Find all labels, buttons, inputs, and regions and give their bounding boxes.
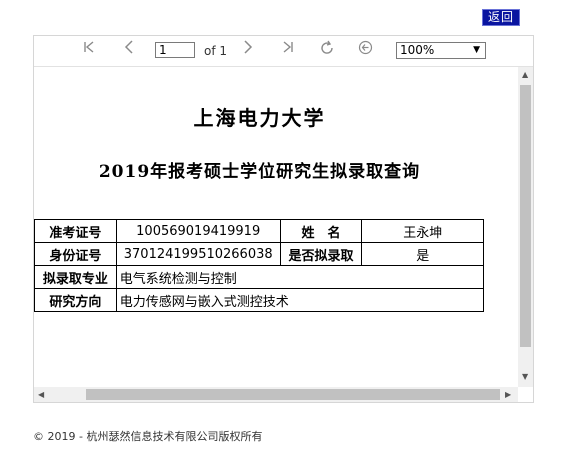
vertical-scrollbar[interactable]: ▲ ▼ [518,67,533,387]
back-circle-icon[interactable] [358,40,373,59]
table-row: 拟录取专业 电气系统检测与控制 [34,265,485,289]
page-title: 上海电力大学 [193,106,326,130]
vertical-scroll-thumb[interactable] [520,85,531,347]
page-count-label: of 1 [204,44,228,58]
name-value: 王永坤 [361,219,484,243]
table-row: 准考证号 100569019419919 姓 名 王永坤 [34,219,484,243]
scroll-right-icon[interactable]: ▶ [505,390,511,399]
page-subtitle: 2019年报考硕士学位研究生拟录取查询 [98,162,421,182]
scroll-up-icon[interactable]: ▲ [522,70,528,79]
report-viewer: of 1 100% ▼ 上海电力大学 2019年报考硕士学位研究生拟录取查询 准… [33,35,534,403]
last-page-icon[interactable] [281,40,295,58]
exam-number-label: 准考证号 [34,219,117,243]
research-direction-label: 研究方向 [34,288,117,312]
chevron-left-icon[interactable] [122,40,136,58]
name-label: 姓 名 [279,219,363,243]
admission-status-value: 是 [361,242,484,266]
page-number-input[interactable] [155,42,195,58]
research-direction-value: 电力传感网与嵌入式测控技术 [115,288,485,312]
id-number-label: 身份证号 [34,242,117,266]
table-row: 身份证号 370124199510266038 是否拟录取 是 [34,242,484,266]
major-value: 电气系统检测与控制 [115,265,485,289]
scroll-down-icon[interactable]: ▼ [522,372,528,381]
horizontal-scrollbar[interactable]: ◀ ▶ [34,387,518,402]
table-row: 研究方向 电力传感网与嵌入式测控技术 [34,288,485,312]
zoom-value: 100% [400,43,435,57]
major-label: 拟录取专业 [34,265,117,289]
copyright-footer: © 2019 - 杭州瑟然信息技术有限公司版权所有 [33,430,263,443]
first-page-icon[interactable] [82,40,96,58]
admission-table: 准考证号 100569019419919 姓 名 王永坤 身份证号 370124… [34,219,485,312]
id-number-value: 370124199510266038 [115,242,281,266]
back-button[interactable]: 返回 [482,9,520,26]
chevron-down-icon: ▼ [473,45,480,55]
scroll-left-icon[interactable]: ◀ [38,390,44,399]
zoom-select[interactable]: 100% ▼ [396,42,486,59]
horizontal-scroll-thumb[interactable] [86,389,500,400]
chevron-right-icon[interactable] [241,40,255,58]
exam-number-value: 100569019419919 [115,219,281,243]
viewer-toolbar: of 1 100% ▼ [34,36,533,67]
admission-status-label: 是否拟录取 [279,242,363,266]
report-page: 上海电力大学 2019年报考硕士学位研究生拟录取查询 准考证号 10056901… [34,67,518,387]
refresh-icon[interactable] [319,40,335,60]
